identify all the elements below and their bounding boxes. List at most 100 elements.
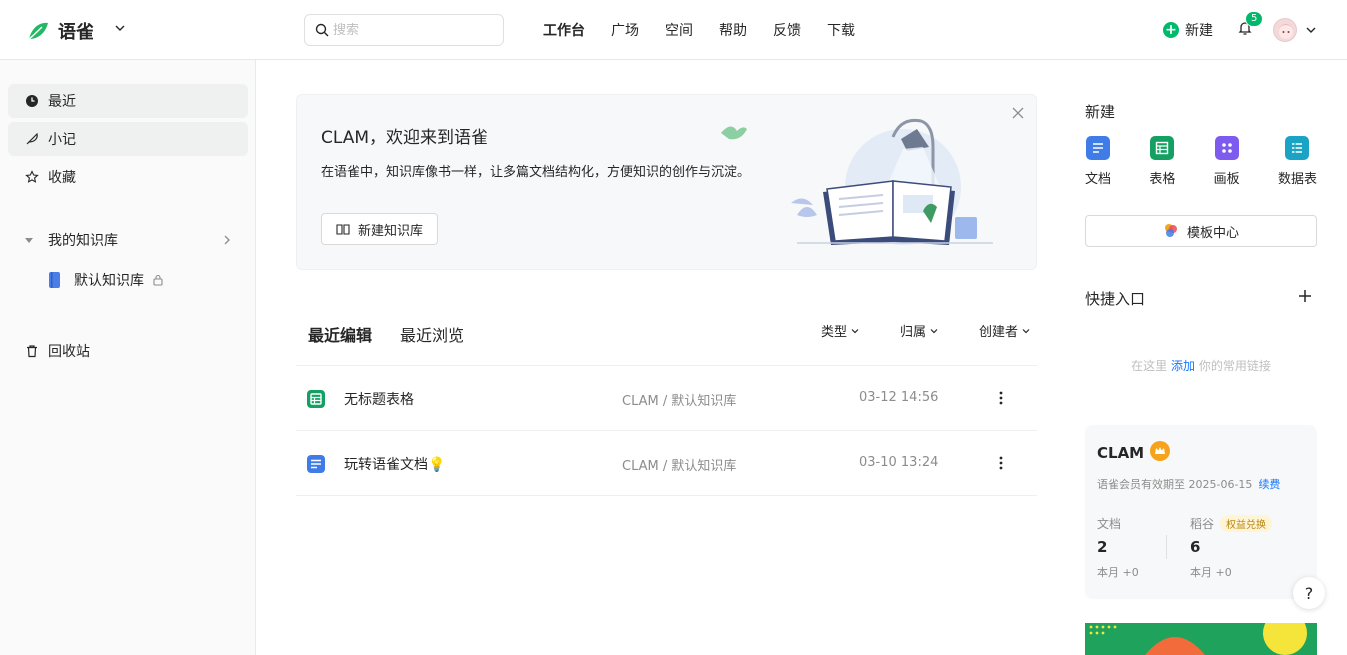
avatar[interactable]: [1273, 18, 1297, 42]
sidebar-item-recent[interactable]: 最近: [8, 84, 248, 118]
doc-title: 无标题表格: [344, 392, 414, 408]
nav-space[interactable]: 空间: [665, 20, 693, 40]
book-open-icon: [336, 224, 350, 235]
create-doc-button[interactable]: 文档: [1085, 136, 1111, 187]
stat-value: 6: [1190, 538, 1201, 556]
sheet-icon: [307, 390, 325, 408]
shortcut-add-link[interactable]: 添加: [1171, 359, 1195, 373]
notification-button[interactable]: 5: [1237, 11, 1264, 40]
more-vertical-icon[interactable]: [996, 388, 1006, 408]
divider: [1166, 535, 1167, 559]
search-box[interactable]: [304, 14, 504, 46]
feather-icon: [26, 132, 38, 145]
create-board-label: 画板: [1213, 172, 1240, 187]
nav-feedback[interactable]: 反馈: [773, 20, 801, 40]
sidebar-group-label: 我的知识库: [48, 233, 118, 249]
shortcut-empty-text: 在这里 添加 你的常用链接: [1085, 357, 1317, 374]
create-board-button[interactable]: 画板: [1214, 136, 1240, 187]
notification-badge: 5: [1245, 11, 1264, 27]
help-button[interactable]: ?: [1293, 577, 1325, 609]
stat-month: 本月 +0: [1190, 566, 1232, 579]
filter-owner-label: 归属: [899, 325, 926, 340]
top-header: 语雀 工作台 广场 空间 帮助 反馈 下载 + 新建 5: [0, 0, 1347, 60]
close-icon[interactable]: [1012, 107, 1024, 119]
brand-name: 语雀: [58, 22, 94, 43]
chevron-down-icon: [1022, 328, 1030, 333]
new-library-label: 新建知识库: [358, 223, 424, 239]
doc-icon: [307, 455, 325, 473]
create-sheet-button[interactable]: 表格: [1149, 136, 1175, 187]
sidebar-group-my-libraries[interactable]: 我的知识库: [8, 223, 248, 257]
doc-path[interactable]: CLAM / 默认知识库: [622, 390, 736, 409]
doc-path[interactable]: CLAM / 默认知识库: [622, 455, 736, 474]
nav-download[interactable]: 下载: [827, 20, 855, 40]
new-section-title: 新建: [1085, 103, 1116, 121]
sheet-icon: [1150, 136, 1175, 160]
filter-creator[interactable]: 创建者: [959, 321, 1031, 340]
shortcut-empty-pre: 在这里: [1131, 359, 1168, 373]
chevron-down-icon[interactable]: [1305, 24, 1317, 36]
trash-icon: [27, 345, 37, 358]
member-expire-text: 语雀会员有效期至 2025-06-15: [1097, 478, 1253, 491]
template-center-button[interactable]: 模板中心: [1085, 215, 1317, 247]
create-datatable-label: 数据表: [1277, 172, 1317, 187]
promo-banner[interactable]: [1085, 623, 1317, 655]
banner-description: 在语雀中，知识库像书一样，让多篇文档结构化，方便知识的创作与沉淀。: [321, 165, 751, 180]
book-icon: [49, 272, 60, 288]
chevron-down-icon[interactable]: [114, 22, 126, 34]
nav-square[interactable]: 广场: [611, 20, 639, 40]
doc-time: 03-10 13:24: [859, 455, 939, 470]
list-item[interactable]: 无标题表格 CLAM / 默认知识库 03-12 14:56: [296, 366, 1037, 431]
sidebar-item-label: 收藏: [48, 170, 76, 186]
redeem-badge[interactable]: 权益兑换: [1220, 515, 1273, 532]
tab-recent-edit[interactable]: 最近编辑: [308, 322, 372, 346]
sidebar-item-trash[interactable]: 回收站: [8, 334, 248, 368]
sidebar-item-label: 最近: [48, 94, 76, 110]
create-datatable-button[interactable]: 数据表: [1278, 136, 1317, 187]
renew-link[interactable]: 续费: [1258, 478, 1280, 491]
shortcut-empty-post: 你的常用链接: [1198, 359, 1271, 373]
header-new-button[interactable]: + 新建: [1163, 20, 1213, 40]
plus-icon[interactable]: [1297, 288, 1313, 304]
stat-label: 文档: [1097, 517, 1122, 531]
sidebar-item-label: 回收站: [48, 344, 90, 360]
create-doc-label: 文档: [1085, 172, 1112, 187]
more-vertical-icon[interactable]: [996, 453, 1006, 473]
chevron-right-icon[interactable]: [221, 234, 233, 246]
promo-art-icon: [1085, 623, 1317, 655]
sidebar-item-default-library[interactable]: 默认知识库: [48, 263, 164, 297]
filter-type[interactable]: 类型: [801, 321, 860, 340]
search-icon: [315, 23, 329, 37]
doc-title: 玩转语雀文档💡: [344, 457, 446, 473]
member-expire: 语雀会员有效期至 2025-06-15 续费: [1097, 476, 1280, 492]
quick-create: 文档 表格 画板 数据表: [1085, 136, 1317, 187]
clock-icon: [26, 95, 38, 107]
stat-month: 本月 +0: [1097, 566, 1139, 579]
doc-icon: [1086, 136, 1110, 160]
sidebar: 最近 小记 收藏 我的知识库 默认知识库 回收站: [0, 60, 256, 655]
nav-workbench[interactable]: 工作台: [543, 20, 585, 40]
nav-help[interactable]: 帮助: [719, 20, 747, 40]
crown-icon: [1150, 441, 1170, 461]
stat-grain: 稻谷 权益兑换 6 本月 +0: [1190, 515, 1273, 580]
sidebar-item-notes[interactable]: 小记: [8, 122, 248, 156]
header-new-label: 新建: [1185, 23, 1213, 39]
search-input[interactable]: [333, 22, 493, 38]
brand-logo[interactable]: 语雀: [26, 18, 94, 44]
filter-owner[interactable]: 归属: [880, 321, 939, 340]
new-library-button[interactable]: 新建知识库: [321, 213, 439, 245]
sidebar-item-label: 默认知识库: [74, 273, 144, 289]
tab-recent-view[interactable]: 最近浏览: [400, 322, 464, 346]
book-illustration-icon: [791, 118, 993, 245]
chevron-down-icon: [851, 328, 859, 333]
filter-type-label: 类型: [820, 325, 847, 340]
member-name: CLAM: [1097, 444, 1145, 462]
sidebar-item-favorites[interactable]: 收藏: [8, 160, 248, 194]
list-item[interactable]: 玩转语雀文档💡 CLAM / 默认知识库 03-10 13:24: [296, 431, 1037, 496]
filter-creator-label: 创建者: [978, 325, 1018, 340]
bird-icon: [721, 126, 747, 140]
stat-docs: 文档 2 本月 +0: [1097, 515, 1139, 580]
stat-value: 2: [1097, 538, 1108, 556]
create-sheet-label: 表格: [1149, 172, 1176, 187]
lock-icon: [153, 274, 163, 286]
